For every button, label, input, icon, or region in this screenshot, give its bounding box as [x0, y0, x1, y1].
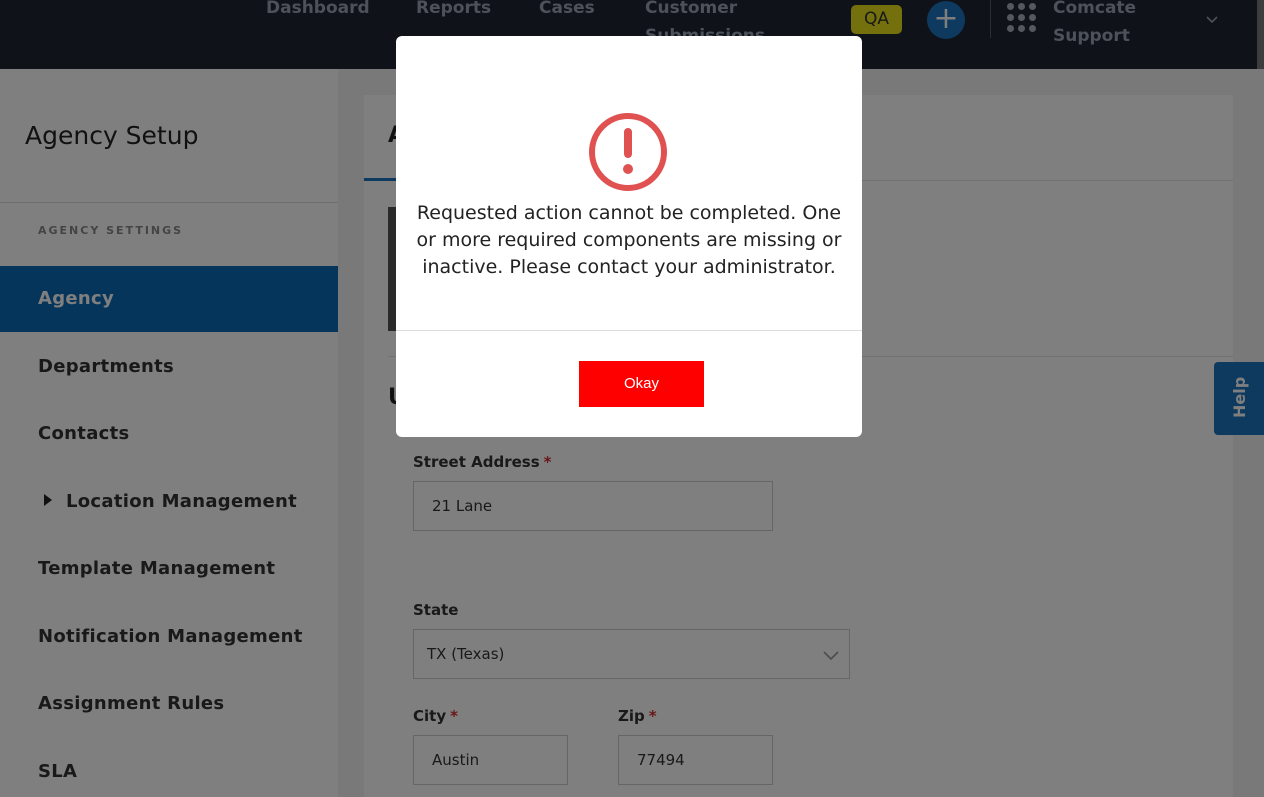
alert-modal: Requested action cannot be completed. On… [396, 36, 862, 437]
modal-divider [396, 330, 862, 331]
alert-exclamation-icon [589, 113, 667, 191]
okay-button[interactable]: Okay [579, 361, 704, 407]
modal-message: Requested action cannot be completed. On… [416, 202, 842, 278]
